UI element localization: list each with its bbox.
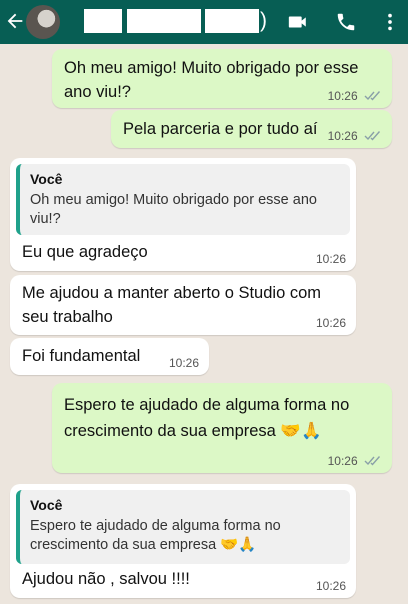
- message-time: 10:26: [315, 316, 346, 330]
- incoming-message[interactable]: Foi fundamental 10:26: [10, 338, 209, 375]
- contact-avatar[interactable]: [26, 5, 60, 39]
- quote-text: Oh meu amigo! Muito obrigado por esse an…: [30, 192, 317, 227]
- message-meta: 10:26: [328, 454, 382, 468]
- incoming-message[interactable]: Você Espero te ajudado de alguma forma n…: [10, 484, 356, 598]
- redaction-block: [205, 9, 259, 33]
- message-time: 10:26: [327, 129, 358, 143]
- back-arrow-icon[interactable]: [4, 10, 26, 32]
- message-time: 10:26: [327, 89, 358, 103]
- message-list[interactable]: Oh meu amigo! Muito obrigado por esse an…: [0, 44, 408, 604]
- chat-header: ( ): [0, 0, 408, 44]
- message-time: 10:26: [168, 356, 199, 370]
- more-options-icon[interactable]: [378, 11, 402, 33]
- message-meta: 10:26: [316, 252, 346, 266]
- paren-close: ): [260, 9, 267, 32]
- read-receipt-icon: [364, 456, 381, 466]
- message-text: Pela parceria e por tudo aí: [123, 120, 318, 138]
- message-meta: 10:26: [316, 316, 346, 330]
- message-time: 10:26: [315, 579, 346, 593]
- quoted-message[interactable]: Você Espero te ajudado de alguma forma n…: [16, 490, 350, 564]
- contact-name-redacted[interactable]: ( ): [68, 9, 268, 33]
- outgoing-message[interactable]: Oh meu amigo! Muito obrigado por esse an…: [52, 49, 392, 108]
- quote-author: Você: [30, 497, 63, 513]
- redaction-block: [127, 9, 201, 33]
- video-call-icon[interactable]: [286, 11, 310, 33]
- paren-open: (: [112, 9, 119, 32]
- message-time: 10:26: [327, 454, 358, 468]
- message-text: Me ajudou a manter aberto o Studio com s…: [22, 284, 322, 326]
- outgoing-message[interactable]: Pela parceria e por tudo aí 10:26: [111, 110, 392, 148]
- incoming-message[interactable]: Você Oh meu amigo! Muito obrigado por es…: [10, 158, 356, 271]
- message-meta: 10:26: [328, 89, 382, 103]
- incoming-message[interactable]: Me ajudou a manter aberto o Studio com s…: [10, 275, 356, 335]
- read-receipt-icon: [364, 91, 381, 101]
- message-text: Espero te ajudado de alguma forma no cre…: [64, 396, 350, 440]
- voice-call-icon[interactable]: [334, 11, 358, 33]
- quoted-message[interactable]: Você Oh meu amigo! Muito obrigado por es…: [16, 164, 350, 235]
- quote-text: Espero te ajudado de alguma forma no cre…: [30, 518, 281, 553]
- message-text: Oh meu amigo! Muito obrigado por esse an…: [64, 59, 359, 101]
- message-text: Eu que agradeço: [22, 243, 148, 261]
- message-text: Ajudou não , salvou !!!!: [22, 570, 190, 588]
- outgoing-message[interactable]: Espero te ajudado de alguma forma no cre…: [52, 383, 392, 473]
- message-meta: 10:26: [316, 579, 346, 593]
- quote-author: Você: [30, 171, 63, 187]
- read-receipt-icon: [364, 131, 381, 141]
- message-text: Foi fundamental: [22, 347, 141, 365]
- message-meta: 10:26: [328, 129, 382, 143]
- message-meta: 10:26: [169, 356, 199, 370]
- message-time: 10:26: [315, 252, 346, 266]
